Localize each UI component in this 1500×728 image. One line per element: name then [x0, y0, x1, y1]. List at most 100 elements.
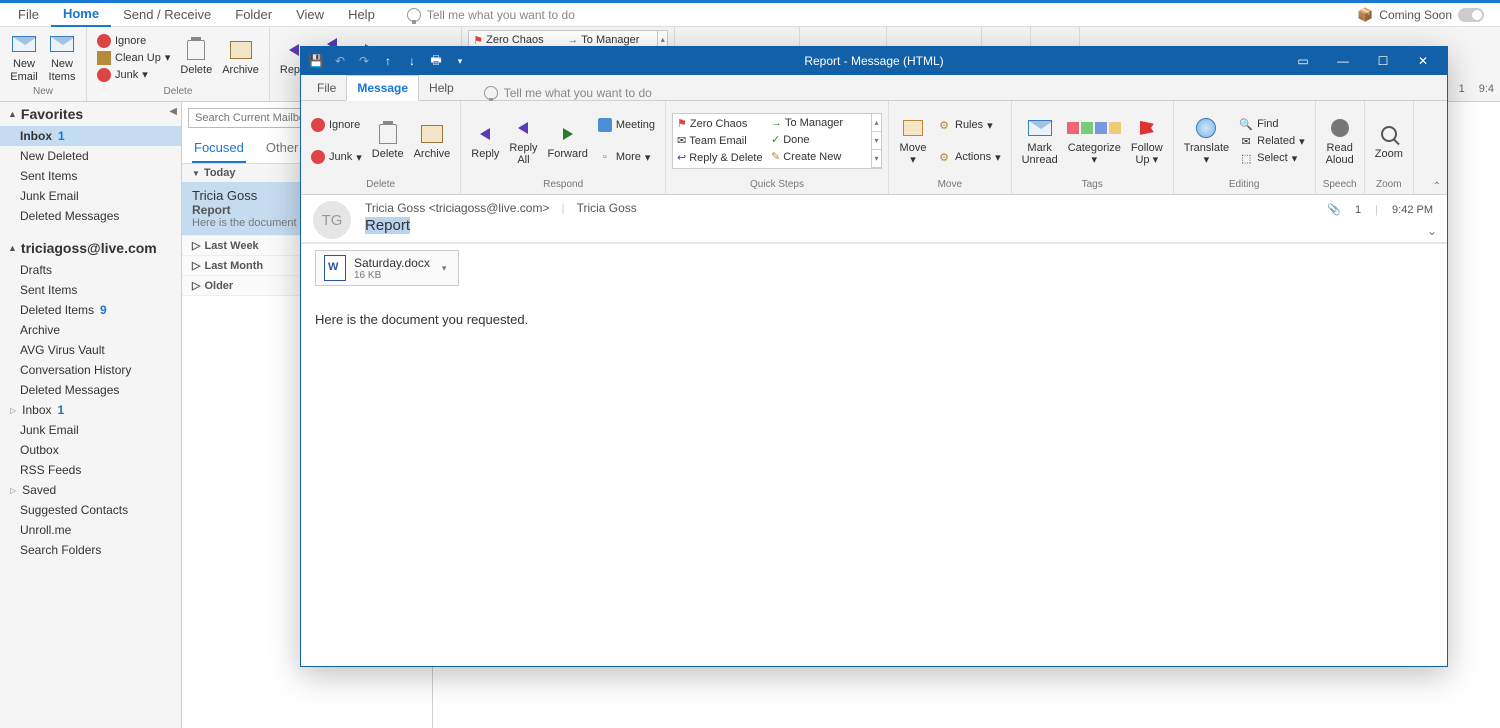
mw-related-button[interactable]: ✉Related ▾	[1235, 133, 1308, 149]
sidebar-item-unroll[interactable]: Unroll.me	[0, 520, 181, 540]
sidebar-item-sent[interactable]: Sent Items	[0, 166, 181, 186]
archive-button[interactable]: Archive	[218, 36, 263, 78]
tab-help[interactable]: Help	[336, 3, 387, 26]
sidebar-item-inbox2[interactable]: ▷Inbox1	[0, 400, 181, 420]
sidebar-collapse[interactable]: ◀	[169, 106, 177, 117]
status-count: 1	[1459, 83, 1465, 95]
message-body[interactable]: Here is the document you requested.	[301, 292, 1447, 666]
qat-redo-icon[interactable]: ↷	[353, 50, 375, 72]
mw-mark-unread-button[interactable]: Mark Unread	[1018, 114, 1062, 168]
sidebar-item-sent2[interactable]: Sent Items	[0, 280, 181, 300]
message-header: TG Tricia Goss <triciagoss@live.com> | T…	[301, 195, 1447, 244]
minimize-button[interactable]: —	[1323, 47, 1363, 75]
qat-undo-icon[interactable]: ↶	[329, 50, 351, 72]
mw-rules-button[interactable]: ⚙Rules ▾	[933, 117, 1005, 133]
message-tab-bar: File Message Help Tell me what you want …	[301, 75, 1447, 101]
new-items-button[interactable]: New Items	[44, 30, 80, 84]
mw-select-button[interactable]: ⬚Select ▾	[1235, 150, 1308, 166]
favorites-header[interactable]: ▲Favorites	[0, 102, 181, 126]
mw-reply-all-button[interactable]: Reply All	[505, 114, 541, 168]
mw-read-aloud-button[interactable]: Read Aloud	[1322, 114, 1358, 168]
attachment-item[interactable]: Saturday.docx 16 KB ▾	[315, 250, 459, 286]
message-window-titlebar[interactable]: 💾 ↶ ↷ ↑ ↓ 🖶 ▾ Report - Message (HTML) ▭ …	[301, 47, 1447, 75]
qat-save-icon[interactable]: 💾	[305, 50, 327, 72]
sidebar-item-inbox[interactable]: Inbox1	[0, 126, 181, 146]
sidebar-item-deleted-items[interactable]: Deleted Items9	[0, 300, 181, 320]
mw-meeting-button[interactable]: Meeting	[594, 117, 659, 133]
sidebar-item-avg[interactable]: AVG Virus Vault	[0, 340, 181, 360]
tab-focused[interactable]: Focused	[192, 134, 246, 163]
sidebar-item-junk2[interactable]: Junk Email	[0, 420, 181, 440]
mw-zoom-button[interactable]: Zoom	[1371, 120, 1407, 162]
delete-button[interactable]: Delete	[176, 36, 216, 78]
sidebar-item-deleted-msgs[interactable]: Deleted Messages	[0, 206, 181, 226]
mw-quick-steps[interactable]: ⚑Zero Chaos ✉Team Email ↩Reply & Delete …	[672, 113, 882, 169]
sidebar-item-search-folders[interactable]: Search Folders	[0, 540, 181, 560]
sidebar-item-archive[interactable]: Archive	[0, 320, 181, 340]
sidebar-item-conv-history[interactable]: Conversation History	[0, 360, 181, 380]
attachment-size: 16 KB	[354, 270, 430, 281]
mw-tab-help[interactable]: Help	[419, 76, 464, 100]
message-subject: Report	[365, 217, 1433, 234]
mw-reply-button[interactable]: Reply	[467, 120, 503, 162]
coming-soon: 📦 Coming Soon	[1357, 7, 1494, 23]
tab-send-receive[interactable]: Send / Receive	[111, 3, 223, 26]
tab-home[interactable]: Home	[51, 2, 111, 27]
qat-next-icon[interactable]: ↓	[401, 50, 423, 72]
qat-customize-icon[interactable]: ▾	[449, 50, 471, 72]
sidebar-item-new-deleted[interactable]: New Deleted	[0, 146, 181, 166]
close-button[interactable]: ✕	[1403, 47, 1443, 75]
to-display: Tricia Goss	[577, 201, 637, 215]
junk-button[interactable]: Junk ▾	[93, 67, 174, 83]
mw-translate-button[interactable]: Translate▾	[1180, 114, 1233, 168]
tab-view[interactable]: View	[284, 3, 336, 26]
ribbon-collapse-button[interactable]: ⌃	[1433, 181, 1441, 192]
mw-ignore-button[interactable]: Ignore	[307, 117, 366, 133]
folder-sidebar: ◀ ▲Favorites Inbox1 New Deleted Sent Ite…	[0, 102, 182, 728]
new-email-button[interactable]: New Email	[6, 30, 42, 84]
sidebar-item-junk[interactable]: Junk Email	[0, 186, 181, 206]
tab-other[interactable]: Other	[264, 134, 301, 163]
ribbon-display-button[interactable]: ▭	[1283, 47, 1323, 75]
mw-follow-up-button[interactable]: Follow Up ▾	[1127, 114, 1167, 168]
tab-folder[interactable]: Folder	[223, 3, 284, 26]
sidebar-item-drafts[interactable]: Drafts	[0, 260, 181, 280]
mw-find-button[interactable]: 🔍Find	[1235, 116, 1308, 132]
tab-file[interactable]: File	[6, 3, 51, 26]
account-header[interactable]: ▲triciagoss@live.com	[0, 236, 181, 260]
from-address: Tricia Goss <triciagoss@live.com>	[365, 201, 549, 215]
mw-actions-button[interactable]: ⚙Actions ▾	[933, 149, 1005, 165]
clean-up-button[interactable]: Clean Up ▾	[93, 50, 174, 66]
mw-junk-button[interactable]: Junk ▾	[307, 149, 366, 165]
sidebar-item-rss[interactable]: RSS Feeds	[0, 460, 181, 480]
message-time: 9:42 PM	[1392, 204, 1433, 216]
mw-tell-me[interactable]: Tell me what you want to do	[484, 86, 652, 100]
sidebar-item-saved[interactable]: ▷Saved	[0, 480, 181, 500]
mw-tab-message[interactable]: Message	[346, 75, 419, 101]
tell-me-search[interactable]: Tell me what you want to do	[407, 8, 575, 22]
attachment-dropdown[interactable]: ▾	[438, 263, 451, 274]
message-ribbon: Ignore Junk ▾ Delete Archive Delete Repl…	[301, 101, 1447, 195]
status-time: 9:4	[1479, 83, 1494, 95]
mw-tab-file[interactable]: File	[307, 76, 346, 100]
attachment-icon: 📎	[1327, 203, 1341, 216]
mw-categorize-button[interactable]: Categorize▾	[1064, 114, 1125, 168]
message-window: 💾 ↶ ↷ ↑ ↓ 🖶 ▾ Report - Message (HTML) ▭ …	[300, 46, 1448, 667]
sidebar-item-outbox[interactable]: Outbox	[0, 440, 181, 460]
attachment-count: 1	[1355, 204, 1361, 216]
qat-print-icon[interactable]: 🖶	[425, 50, 447, 72]
qat-prev-icon[interactable]: ↑	[377, 50, 399, 72]
expand-header-button[interactable]: ⌄	[1427, 224, 1437, 238]
sidebar-item-deleted-msgs2[interactable]: Deleted Messages	[0, 380, 181, 400]
sidebar-item-suggested[interactable]: Suggested Contacts	[0, 500, 181, 520]
mw-move-button[interactable]: Move▾	[895, 114, 931, 168]
bulb-icon	[407, 8, 421, 22]
mw-forward-button[interactable]: Forward	[544, 120, 592, 162]
mw-delete-button[interactable]: Delete	[368, 120, 408, 162]
mw-archive-button[interactable]: Archive	[410, 120, 455, 162]
ignore-button[interactable]: Ignore	[93, 33, 174, 49]
mw-more-button[interactable]: ▫More ▾	[594, 149, 659, 165]
coming-soon-toggle[interactable]	[1458, 8, 1484, 22]
avatar: TG	[313, 201, 351, 239]
maximize-button[interactable]: ☐	[1363, 47, 1403, 75]
